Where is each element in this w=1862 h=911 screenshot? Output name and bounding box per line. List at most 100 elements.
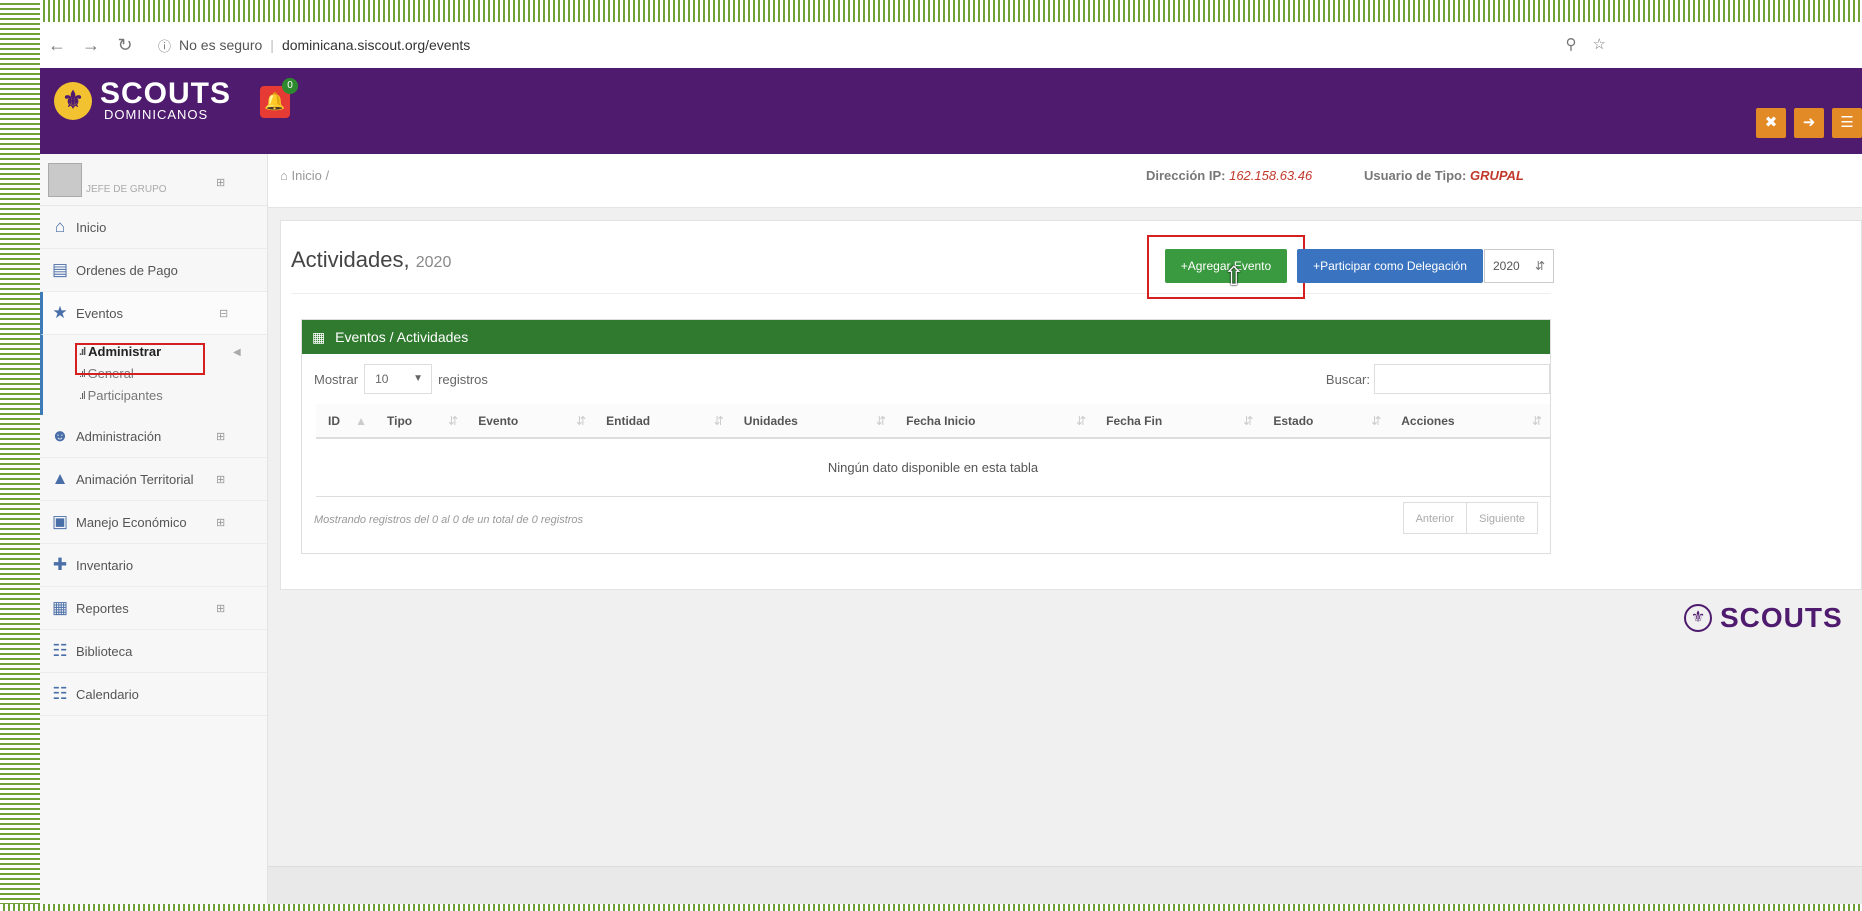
sidebar-item-eventos[interactable]: ★ Eventos ⊟	[40, 292, 267, 335]
ip-value: 162.158.63.46	[1229, 168, 1313, 183]
sort-icon: ⇵	[1076, 413, 1087, 428]
money-icon: ▣	[51, 512, 69, 531]
menu-icon[interactable]: ☰	[1832, 108, 1862, 138]
expand-icon[interactable]: ⊞	[216, 473, 225, 486]
logo-subtitle: DOMINICANOS	[104, 107, 209, 122]
expand-icon[interactable]: ⊞	[216, 602, 225, 615]
user-type-value: GRUPAL	[1469, 168, 1524, 183]
user-panel: JEFE DE GRUPO ⊞	[40, 154, 267, 206]
expand-icon[interactable]: ⊞	[216, 176, 225, 189]
notification-bell-icon[interactable]: 🔔 0	[260, 78, 298, 118]
notification-count: 0	[282, 78, 298, 94]
participate-delegation-button[interactable]: +Participar como Delegación	[1297, 249, 1483, 283]
sidebar: JEFE DE GRUPO ⊞ ⌂ Inicio ▤ Ordenes de Pa…	[40, 154, 268, 904]
home-icon: ⌂	[54, 217, 66, 236]
eventos-submenu: ◀ .ıl Administrar .ıl General .ıl Partic…	[40, 335, 267, 415]
column-header-fecha-inicio[interactable]: Fecha Inicio ⇵	[894, 404, 1095, 439]
bar-chart-icon: ▦	[51, 598, 69, 617]
search-label: Buscar:	[1325, 371, 1370, 387]
empty-table-message: Ningún dato disponible en esta tabla	[316, 438, 1550, 497]
page-title-text: Actividades,	[291, 247, 410, 272]
browser-actions: ⚲☆	[1566, 35, 1622, 53]
table-row: Ningún dato disponible en esta tabla	[316, 438, 1550, 497]
reload-icon[interactable]: ↻	[108, 35, 142, 56]
zoom-icon[interactable]: ⚲	[1566, 36, 1593, 53]
previous-page-button[interactable]: Anterior	[1402, 502, 1468, 534]
url-separator: |	[270, 37, 274, 53]
submenu-item-participantes[interactable]: .ıl Participantes	[79, 385, 267, 407]
search-input[interactable]	[1374, 364, 1550, 394]
sidebar-item-ordenes-de-pago[interactable]: ▤ Ordenes de Pago	[40, 249, 267, 292]
sort-icon: ⇵	[1371, 413, 1382, 428]
column-header-evento[interactable]: Evento ⇵	[466, 404, 595, 439]
ip-label: Dirección IP:	[1146, 168, 1226, 183]
scouts-logo[interactable]: ⚜ SCOUTS DOMINICANOS	[54, 77, 232, 122]
sidebar-item-label: Manejo Económico	[76, 514, 187, 530]
column-header-tipo[interactable]: Tipo ⇵	[375, 404, 467, 439]
main-content: ⌂ Inicio / Dirección IP: 162.158.63.46 U…	[268, 154, 1862, 904]
logo-title: SCOUTS	[100, 77, 232, 110]
column-header-acciones[interactable]: Acciones ⇵	[1389, 404, 1550, 439]
sidebar-item-calendario[interactable]: ☷ Calendario	[40, 673, 267, 716]
sort-asc-icon: ▲	[355, 413, 367, 428]
url-field[interactable]: ⓘ No es seguro | dominicana.siscout.org/…	[158, 36, 470, 55]
events-table: ID ▲ Tipo ⇵ Evento ⇵ Entidad ⇵ Unidades ⇵ Fec…	[316, 404, 1550, 497]
sidebar-item-reportes[interactable]: ▦ Reportes ⊞	[40, 587, 267, 630]
collapse-icon[interactable]: ⊟	[219, 307, 228, 320]
expand-icon[interactable]: ⊞	[216, 430, 225, 443]
page-title: Actividades, 2020	[291, 247, 451, 273]
browser-address-bar: ← → ↻ ⓘ No es seguro | dominicana.siscou…	[40, 22, 1862, 68]
table-search: Buscar:	[1326, 364, 1550, 394]
chevron-down-icon: ▼	[413, 373, 424, 384]
cursor-pointer-icon: ⇧	[1223, 261, 1245, 291]
year-select[interactable]: 2020 ⇵	[1484, 249, 1554, 283]
calendar-icon: ☷	[52, 684, 68, 703]
page-length-select[interactable]: 10 ▼	[364, 364, 433, 394]
events-box-title: Eventos / Actividades	[335, 329, 469, 345]
column-header-fecha-fin[interactable]: Fecha Fin ⇵	[1094, 404, 1262, 439]
sidebar-item-administracion[interactable]: ☻ Administración ⊞	[40, 415, 267, 458]
next-page-button[interactable]: Siguiente	[1467, 502, 1538, 534]
column-header-id[interactable]: ID ▲	[316, 404, 375, 439]
sidebar-item-inventario[interactable]: ✚ Inventario	[40, 544, 267, 587]
sort-icon: ⇵	[876, 413, 887, 428]
graduation-cap-icon: ▲	[51, 469, 69, 488]
sitemap-icon: ☷	[52, 641, 68, 660]
header-buttons: ✖ ➜ ☰	[1748, 108, 1862, 138]
sidebar-item-inicio[interactable]: ⌂ Inicio	[40, 206, 267, 249]
user-type: Usuario de Tipo: GRUPAL	[1364, 168, 1524, 183]
table-info: Mostrando registros del 0 al 0 de un tot…	[314, 514, 584, 526]
torn-frame-left	[0, 0, 40, 911]
back-icon[interactable]: ←	[40, 35, 74, 56]
breadcrumb-label: Inicio /	[291, 168, 330, 183]
column-header-estado[interactable]: Estado ⇵	[1261, 404, 1390, 439]
sidebar-item-label: Inicio	[76, 219, 107, 235]
sidebar-item-manejo-economico[interactable]: ▣ Manejo Económico ⊞	[40, 501, 267, 544]
footer-scouts-logo: ⚜ SCOUTS	[1684, 602, 1843, 634]
avatar	[48, 162, 82, 197]
info-icon[interactable]: ⓘ	[158, 36, 171, 55]
length-label-pre: Mostrar	[314, 371, 359, 387]
forward-icon[interactable]: →	[74, 35, 108, 56]
breadcrumb-bar: ⌂ Inicio / Dirección IP: 162.158.63.46 U…	[268, 154, 1862, 208]
fullscreen-icon[interactable]: ✖	[1756, 108, 1786, 138]
security-label: No es seguro	[179, 37, 263, 53]
expand-icon[interactable]: ⊞	[216, 516, 225, 529]
activities-panel: Actividades, 2020 +Agregar Evento ⇧ +Par…	[280, 220, 1862, 590]
fleur-de-lis-icon: ⚜	[1684, 604, 1712, 632]
column-header-unidades[interactable]: Unidades ⇵	[731, 404, 895, 439]
page-length-value: 10	[375, 372, 389, 386]
sidebar-item-animacion-territorial[interactable]: ▲ Animación Territorial ⊞	[40, 458, 267, 501]
book-icon: ▤	[51, 260, 69, 279]
sidebar-item-biblioteca[interactable]: ☷ Biblioteca	[40, 630, 267, 673]
logout-icon[interactable]: ➜	[1794, 108, 1824, 138]
breadcrumb[interactable]: ⌂ Inicio /	[280, 168, 329, 183]
length-label-post: registros	[438, 371, 488, 387]
star-icon[interactable]: ☆	[1593, 36, 1622, 53]
torn-frame-bottom	[0, 904, 1862, 911]
signal-bars-icon: .ıl	[79, 390, 85, 402]
ip-address: Dirección IP: 162.158.63.46	[1146, 168, 1312, 183]
column-header-entidad[interactable]: Entidad ⇵	[594, 404, 732, 439]
page-title-year: 2020	[415, 254, 452, 271]
table-icon: ▦	[312, 329, 326, 345]
